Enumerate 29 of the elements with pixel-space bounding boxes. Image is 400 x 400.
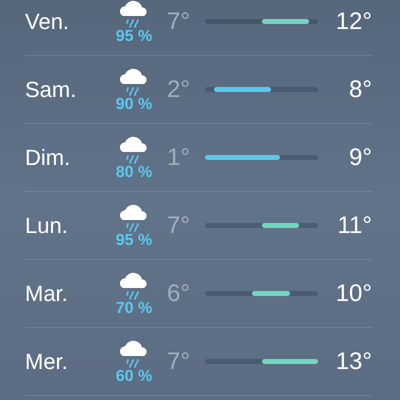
low-temperature: 2° [167, 76, 191, 104]
day-label: Ven. [25, 8, 70, 34]
high-temperature: 13° [334, 348, 372, 376]
high-temperature: 8° [348, 76, 372, 104]
low-temperature: 7° [167, 8, 191, 36]
day-label: Lun. [25, 212, 69, 238]
precipitation-chance: 95 % [116, 28, 152, 46]
precipitation-chance: 90 % [116, 96, 152, 114]
low-temperature: 7° [167, 212, 191, 240]
low-temperature: 7° [167, 348, 191, 376]
precipitation-chance: 80 % [116, 164, 152, 182]
low-temperature: 1° [167, 144, 191, 172]
temperature-range-bar [252, 291, 290, 296]
low-temperature: 6° [167, 280, 191, 308]
high-temperature: 12° [334, 8, 372, 36]
temperature-range-bar [262, 359, 318, 364]
temperature-range-bar [262, 19, 309, 24]
high-temperature: 11° [336, 212, 372, 240]
high-temperature: 10° [334, 280, 372, 308]
day-label: Dim. [25, 144, 72, 170]
day-label: Mar. [25, 280, 69, 306]
day-label: Mer. [25, 348, 69, 374]
temperature-range-bar [262, 223, 300, 228]
precipitation-chance: 95 % [116, 232, 152, 250]
precipitation-chance: 60 % [116, 368, 152, 386]
high-temperature: 9° [348, 144, 372, 172]
day-label: Sam. [25, 76, 78, 102]
precipitation-chance: 70 % [116, 300, 152, 318]
temperature-range-bar [214, 87, 271, 92]
